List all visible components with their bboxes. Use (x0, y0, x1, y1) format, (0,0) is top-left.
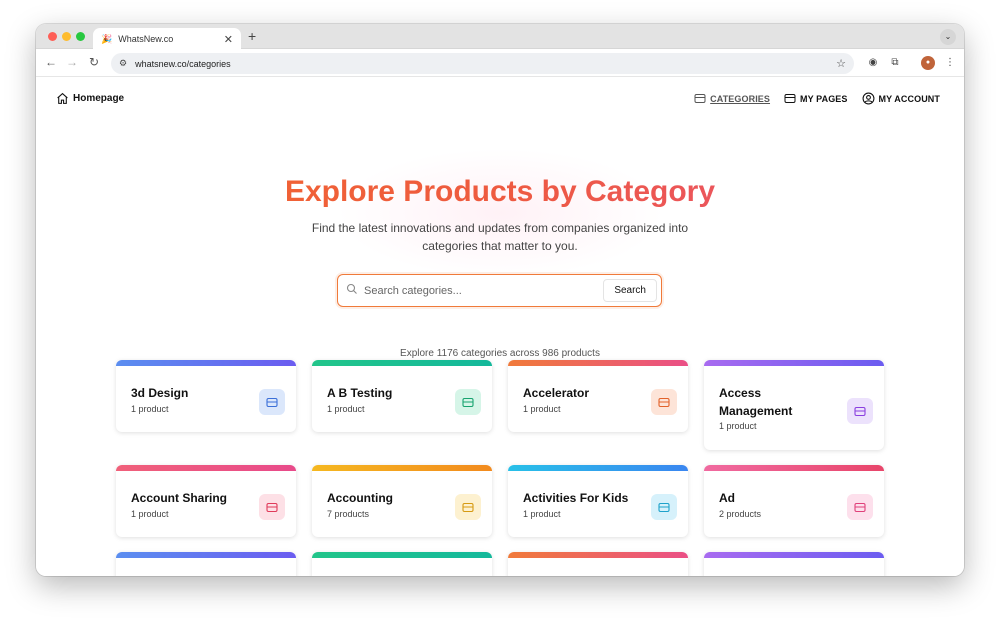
puzzle-extensions-icon[interactable]: ⧉ (888, 56, 902, 70)
tab-bar: 🎉 WhatsNew.co ✕ + ⌄ (36, 24, 964, 50)
browser-window: 🎉 WhatsNew.co ✕ + ⌄ ← → ↻ ⚙ whatsnew.co/… (36, 24, 964, 576)
category-name: Ad (719, 491, 735, 505)
extension-icon[interactable]: ◉ (866, 56, 880, 70)
search-input[interactable] (364, 284, 604, 297)
inbox-icon (651, 494, 677, 520)
tab-search-button[interactable]: ⌄ (940, 29, 956, 45)
category-name: Account Sharing (131, 491, 228, 505)
category-count: 2 products (719, 509, 762, 519)
inbox-icon (694, 94, 706, 103)
minimize-window-button[interactable] (62, 32, 71, 41)
search-icon (346, 283, 358, 298)
top-nav: CATEGORIES MY PAGES MY ACCOUNT (680, 92, 940, 105)
page-title: Explore Products by Category (36, 175, 964, 209)
category-card[interactable]: Accelerator 1 product (508, 360, 688, 432)
inbox-icon (455, 389, 481, 415)
card-accent-bar (312, 465, 492, 471)
forward-arrow-icon[interactable]: → (65, 55, 79, 69)
nav-my-account-link[interactable]: MY ACCOUNT (862, 92, 941, 105)
site-settings-icon[interactable]: ⚙ (119, 58, 127, 69)
category-card[interactable] (116, 552, 296, 576)
homepage-link[interactable]: Homepage (56, 92, 124, 105)
bookmark-star-icon[interactable]: ☆ (836, 57, 846, 70)
card-accent-bar (508, 360, 688, 366)
inbox-icon (784, 94, 796, 103)
inbox-icon (847, 494, 873, 520)
card-accent-bar (704, 360, 884, 366)
close-tab-icon[interactable]: ✕ (224, 33, 233, 46)
nav-link-label: CATEGORIES (710, 93, 771, 104)
nav-link-label: MY PAGES (800, 93, 848, 104)
search-bar: Search (337, 274, 662, 307)
inbox-icon (455, 494, 481, 520)
browser-tab[interactable]: 🎉 WhatsNew.co ✕ (93, 28, 241, 50)
category-card[interactable]: Activities For Kids 1 product (508, 465, 688, 537)
new-tab-button[interactable]: + (248, 28, 256, 44)
inbox-icon (259, 389, 285, 415)
card-accent-bar (116, 360, 296, 366)
user-circle-icon (862, 92, 874, 105)
more-menu-icon[interactable]: ⋮ (943, 56, 957, 70)
card-accent-bar (704, 465, 884, 471)
category-count: 1 product (719, 421, 757, 431)
card-accent-bar (116, 465, 296, 471)
category-count: 7 products (327, 509, 370, 519)
category-name: Activities For Kids (523, 491, 629, 505)
nav-my-pages-link[interactable]: MY PAGES (784, 93, 847, 104)
category-card[interactable]: A B Testing 1 product (312, 360, 492, 432)
homepage-label: Homepage (73, 93, 125, 104)
search-button[interactable]: Search (603, 279, 657, 302)
reload-icon[interactable]: ↻ (87, 55, 101, 69)
category-count: 1 product (327, 404, 365, 414)
category-card[interactable]: Accounting 7 products (312, 465, 492, 537)
card-accent-bar (508, 465, 688, 471)
category-name: Accounting (327, 491, 393, 505)
category-name: Accelerator (523, 386, 590, 400)
nav-link-label: MY ACCOUNT (878, 93, 940, 104)
category-card[interactable] (312, 552, 492, 576)
party-favicon-icon: 🎉 (101, 33, 113, 44)
tab-title: WhatsNew.co (118, 34, 174, 44)
card-accent-bar (508, 552, 688, 558)
close-window-button[interactable] (48, 32, 57, 41)
inbox-icon (259, 494, 285, 520)
inbox-icon (651, 389, 677, 415)
category-card[interactable]: 3d Design 1 product (116, 360, 296, 432)
home-icon (57, 92, 68, 104)
category-count: 1 product (523, 404, 561, 414)
category-card[interactable] (508, 552, 688, 576)
maximize-window-button[interactable] (76, 32, 85, 41)
stats-text: Explore 1176 categories across 986 produ… (400, 348, 600, 359)
category-count: 1 product (131, 404, 169, 414)
card-accent-bar (312, 360, 492, 366)
category-card[interactable] (704, 552, 884, 576)
card-accent-bar (704, 552, 884, 558)
page-content: Homepage CATEGORIES MY PAGES MY ACCOUNT … (36, 78, 964, 576)
category-card[interactable]: Access Management 1 product (704, 360, 884, 450)
hero-glow (336, 148, 666, 278)
category-count: 1 product (523, 509, 561, 519)
card-accent-bar (312, 552, 492, 558)
profile-avatar[interactable]: ● (921, 56, 935, 70)
category-name: A B Testing (327, 386, 393, 400)
category-count: 1 product (131, 509, 169, 519)
card-accent-bar (116, 552, 296, 558)
browser-toolbar: ← → ↻ ⚙ whatsnew.co/categories ☆ ◉ ⧉ ● ⋮ (36, 49, 964, 77)
nav-categories-link[interactable]: CATEGORIES (694, 93, 770, 104)
category-card[interactable]: Ad 2 products (704, 465, 884, 537)
back-arrow-icon[interactable]: ← (44, 55, 58, 69)
category-name: Access Management (719, 386, 793, 418)
url-text[interactable]: whatsnew.co/categories (135, 59, 836, 69)
category-card[interactable]: Account Sharing 1 product (116, 465, 296, 537)
inbox-icon (847, 398, 873, 424)
address-bar[interactable]: ⚙ whatsnew.co/categories ☆ (111, 53, 854, 74)
page-subtitle: Find the latest innovations and updates … (311, 221, 689, 253)
category-name: 3d Design (131, 386, 189, 400)
